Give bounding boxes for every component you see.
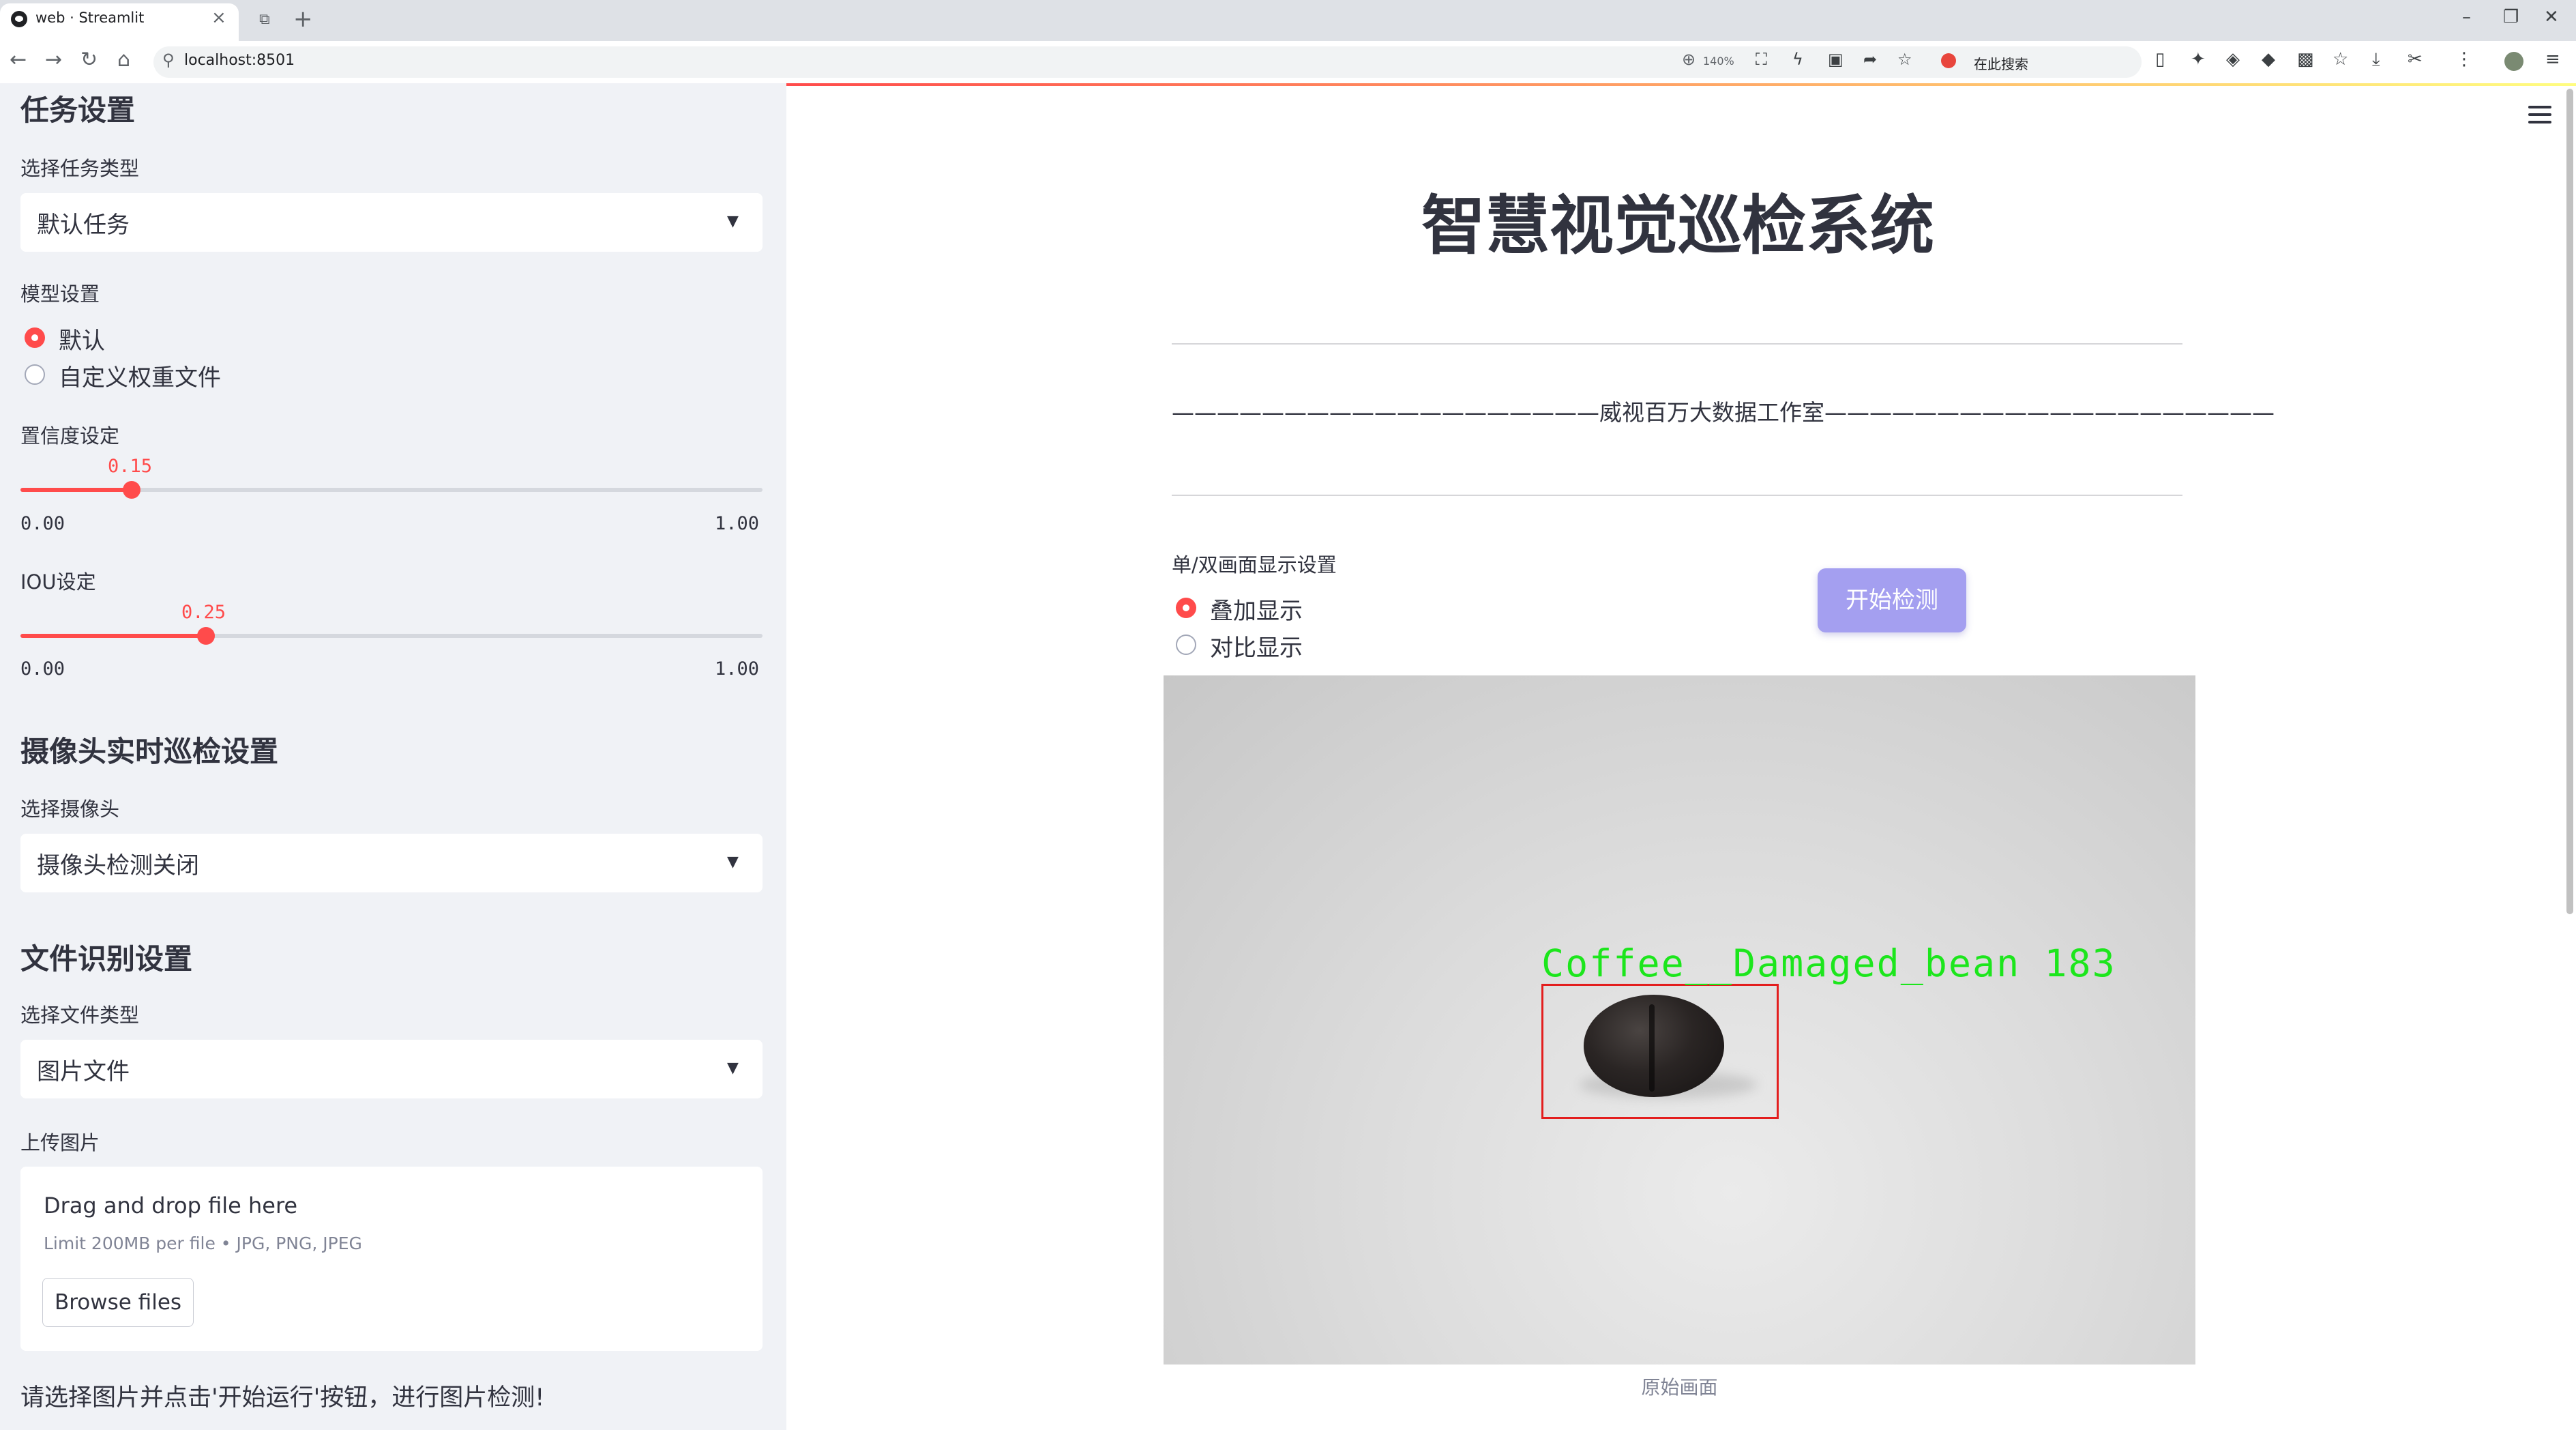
file-section-title: 文件识别设置	[20, 942, 193, 976]
camera-section-title: 摄像头实时巡检设置	[20, 735, 279, 768]
model-radio-default[interactable]	[25, 327, 45, 348]
zoom-level: 140%	[1703, 55, 1734, 68]
display-option-compare[interactable]: 对比显示	[1210, 629, 1303, 662]
chevron-down-icon[interactable]: ▼	[727, 853, 739, 871]
confidence-slider-fill	[20, 488, 132, 492]
extension-icon[interactable]: ▩	[2297, 49, 2314, 70]
restore-icon[interactable]: ❐	[2503, 7, 2519, 27]
detection-box	[1541, 984, 1779, 1119]
iou-slider-fill	[20, 634, 206, 638]
extension-icon[interactable]: ◆	[2262, 49, 2275, 70]
task-type-select[interactable]	[20, 193, 763, 252]
divider	[1172, 343, 2182, 345]
search-input[interactable]: 在此搜索	[1974, 53, 2028, 73]
new-tab-icon[interactable]: +	[293, 5, 313, 33]
screenshot-icon[interactable]: ▣	[1828, 50, 1844, 69]
chevron-down-icon[interactable]: ▼	[727, 1060, 739, 1077]
tab-search-icon[interactable]: ⧉	[259, 11, 270, 28]
browser-tab-bar	[0, 0, 2576, 41]
file-type-label: 选择文件类型	[20, 1004, 140, 1027]
avatar[interactable]	[2504, 52, 2523, 71]
chevron-down-icon[interactable]: ▼	[727, 213, 739, 230]
task-type-label: 选择任务类型	[20, 157, 140, 180]
zoom-icon[interactable]: ⊕	[1682, 50, 1696, 69]
reading-mode-icon[interactable]: ▯	[2155, 49, 2165, 70]
share-icon[interactable]: ➦	[1863, 50, 1877, 69]
iou-slider-thumb[interactable]	[197, 627, 215, 645]
page-title: 智慧视觉巡检系统	[1421, 189, 1934, 263]
dropzone-limit: Limit 200MB per file • JPG, PNG, JPEG	[44, 1234, 362, 1253]
tab-title: web · Streamlit	[35, 10, 145, 26]
display-mode-label: 单/双画面显示设置	[1172, 553, 1337, 577]
divider	[1172, 495, 2182, 496]
bolt-icon[interactable]: ϟ	[1792, 50, 1803, 69]
iou-max: 1.00	[715, 658, 760, 680]
confidence-min: 0.00	[20, 513, 65, 534]
search-box[interactable]	[1933, 50, 2137, 74]
camera-value[interactable]: 摄像头检测关闭	[37, 847, 199, 880]
iou-label: IOU设定	[20, 570, 96, 594]
image-caption: 原始画面	[1641, 1376, 1718, 1399]
model-radio-custom[interactable]	[25, 364, 45, 385]
home-icon[interactable]: ⌂	[117, 48, 130, 72]
display-radio-compare[interactable]	[1176, 634, 1196, 655]
model-label: 模型设置	[20, 282, 100, 306]
dropzone-text: Drag and drop file here	[44, 1193, 298, 1219]
scrollbar[interactable]	[2566, 89, 2573, 914]
address-bar[interactable]	[153, 46, 2142, 78]
iou-value: 0.25	[181, 602, 226, 623]
streamlit-favicon-icon	[11, 11, 27, 27]
menu-icon[interactable]: ⋮	[2455, 49, 2473, 70]
confidence-label: 置信度设定	[20, 424, 120, 448]
start-detection-button[interactable]: 开始检测	[1818, 568, 1966, 632]
sidebar-toggle-icon[interactable]: ≡	[2545, 49, 2560, 70]
window-close-icon[interactable]: ✕	[2544, 7, 2559, 27]
file-type-select[interactable]	[20, 1040, 763, 1098]
detection-image: Coffee__Damaged_bean 183	[1164, 675, 2195, 1365]
translate-icon[interactable]: ⛶	[1756, 50, 1767, 69]
display-option-overlay[interactable]: 叠加显示	[1210, 592, 1303, 626]
search-engine-icon[interactable]	[1941, 53, 1956, 68]
task-type-value[interactable]: 默认任务	[37, 206, 130, 239]
studio-line: ———————————————————威视百万大数据工作室———————————…	[1172, 399, 2275, 426]
hamburger-menu-icon[interactable]	[2528, 106, 2551, 128]
browse-files-button[interactable]: Browse files	[42, 1278, 194, 1327]
upload-label: 上传图片	[20, 1131, 100, 1154]
confidence-max: 1.00	[715, 513, 760, 534]
confidence-slider-thumb[interactable]	[123, 481, 140, 499]
extension-icon[interactable]: ✦	[2191, 49, 2206, 70]
model-option-default[interactable]: 默认	[59, 322, 105, 355]
close-tab-icon[interactable]: ×	[211, 8, 226, 28]
confidence-value: 0.15	[108, 456, 153, 477]
camera-label: 选择摄像头	[20, 798, 120, 821]
minimize-icon[interactable]: –	[2462, 7, 2471, 27]
scissors-icon[interactable]: ✂	[2408, 49, 2423, 70]
reload-icon[interactable]: ↻	[80, 48, 98, 72]
display-radio-overlay[interactable]	[1176, 598, 1196, 618]
star-icon[interactable]: ☆	[1897, 50, 1912, 69]
detection-label: Coffee__Damaged_bean 183	[1541, 942, 2116, 985]
bookmark-icon[interactable]: ☆	[2333, 49, 2348, 70]
decoration-stripe	[786, 83, 2576, 86]
iou-min: 0.00	[20, 658, 65, 680]
back-icon[interactable]: ←	[10, 48, 27, 72]
task-section-title: 任务设置	[20, 93, 136, 127]
model-option-custom[interactable]: 自定义权重文件	[59, 359, 221, 392]
sidebar-note: 请选择图片并点击'开始运行'按钮，进行图片检测!	[20, 1384, 545, 1412]
site-info-icon[interactable]: ⚲	[162, 50, 175, 70]
forward-icon[interactable]: →	[45, 48, 62, 72]
url-text[interactable]: localhost:8501	[184, 52, 295, 69]
file-type-value[interactable]: 图片文件	[37, 1053, 130, 1086]
extension-icon[interactable]: ◈	[2226, 49, 2240, 70]
download-icon[interactable]: ⤓	[2372, 49, 2380, 70]
